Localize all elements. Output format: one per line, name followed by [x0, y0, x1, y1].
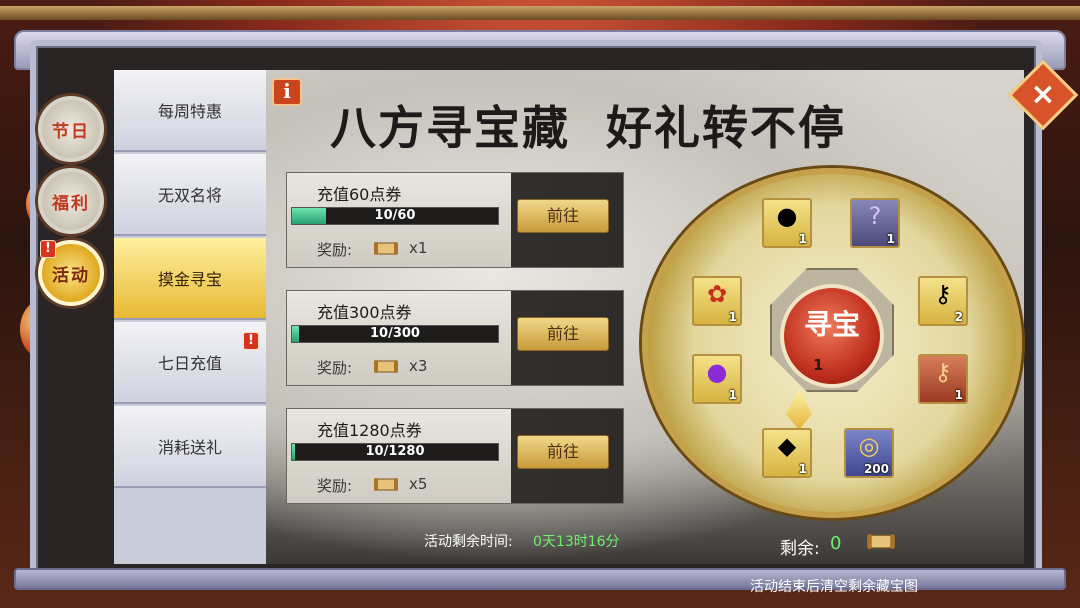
progress-bar: 10/1280: [291, 443, 499, 461]
progress-text: 10/1280: [365, 444, 425, 459]
tab-welfare[interactable]: 福利: [38, 168, 104, 234]
menu-label: 每周特惠: [157, 102, 222, 121]
gold-ingot-icon: ◆: [777, 432, 797, 460]
menu-item-treasure-hunt[interactable]: 摸金寻宝: [114, 238, 266, 320]
hunt-cost: 1: [813, 356, 824, 374]
purple-gem-icon: ●: [706, 358, 728, 386]
wheel-slot-bronze-key: ⚷ 1: [918, 354, 968, 404]
progress-text: 10/60: [374, 208, 416, 223]
slot-qty: 1: [798, 232, 807, 246]
wheel-slot-coins: ◎ 200: [844, 428, 894, 478]
menu-item-weekly-deals[interactable]: 每周特惠: [114, 70, 266, 152]
mystery-beast-icon: ?: [868, 202, 882, 230]
slot-qty: 1: [798, 462, 807, 476]
treasure-map-icon: [374, 478, 398, 491]
close-icon: ×: [1030, 77, 1056, 112]
slot-qty: 1: [728, 388, 737, 402]
reward-count: x1: [409, 239, 428, 257]
treasure-hunt-button[interactable]: 寻宝: [780, 284, 884, 388]
red-orb-icon: ●: [776, 202, 798, 230]
go-button[interactable]: 前往: [517, 317, 609, 351]
game-screen: 节日 福利 活动 ! 每周特惠 无双名将 摸金寻宝 七日充值 消耗送礼 ! i …: [0, 0, 1080, 608]
reward-count: x3: [409, 357, 428, 375]
progress-bar: 10/300: [291, 325, 499, 343]
countdown-value: 0天13时16分: [533, 534, 620, 550]
task-name: 充值60点券: [317, 185, 402, 204]
slot-qty: 1: [954, 388, 963, 402]
menu-label: 无双名将: [157, 186, 222, 205]
tab-festival-label: 节日: [52, 121, 90, 142]
wheel-slot-mystery: ? 1: [850, 198, 900, 248]
task-name: 充值300点券: [317, 303, 412, 322]
reward-label: 奖励:: [317, 477, 353, 495]
reward-label: 奖励:: [317, 241, 353, 259]
coin-pile-icon: ◎: [858, 432, 880, 460]
wheel-slot-red-orb: ● 1: [762, 198, 812, 248]
menu-label: 摸金寻宝: [157, 270, 222, 289]
recharge-task-1280: 充值1280点券 10/1280 奖励: x5 前往: [286, 408, 624, 504]
slot-qty: 2: [954, 310, 963, 324]
go-button[interactable]: 前往: [517, 435, 609, 469]
wheel-slot-golden-key: ⚷ 2: [918, 276, 968, 326]
progress-bar: 10/60: [291, 207, 499, 225]
reward-label: 奖励:: [317, 359, 353, 377]
info-icon[interactable]: i: [272, 78, 302, 106]
remaining-value: 0: [830, 533, 842, 554]
slot-qty: 200: [863, 462, 889, 476]
go-button[interactable]: 前往: [517, 199, 609, 233]
tab-festival[interactable]: 节日: [38, 96, 104, 162]
activity-menu: 每周特惠 无双名将 摸金寻宝 七日充值 消耗送礼: [114, 70, 266, 564]
bronze-key-icon: ⚷: [934, 358, 952, 386]
wheel-slot-gold-ingot: ◆ 1: [762, 428, 812, 478]
recharge-task-300: 充值300点券 10/300 奖励: x3 前往: [286, 290, 624, 386]
golden-key-icon: ⚷: [934, 280, 952, 308]
menu-item-spend-gift[interactable]: 消耗送礼: [114, 406, 266, 488]
treasure-map-icon: [867, 534, 895, 550]
tab-activity-label: 活动: [52, 265, 90, 286]
roof-beam: [0, 6, 1080, 20]
activity-alert-badge: !: [40, 240, 56, 258]
reward-count: x5: [409, 475, 428, 493]
task-name: 充值1280点券: [317, 421, 422, 440]
slot-qty: 1: [886, 232, 895, 246]
wheel-slot-amulet: ✿ 1: [692, 276, 742, 326]
wheel-slot-purple-gem: ● 1: [692, 354, 742, 404]
menu-item-peerless-generals[interactable]: 无双名将: [114, 154, 266, 236]
treasure-map-icon: [374, 360, 398, 373]
recharge-task-60: 充值60点券 10/60 奖励: x1 前往: [286, 172, 624, 268]
task-info: 充值300点券 10/300 奖励: x3: [287, 291, 511, 385]
dragon-amulet-icon: ✿: [706, 280, 728, 308]
remaining-label: 剩余:: [780, 539, 820, 559]
progress-text: 10/300: [370, 326, 420, 341]
slot-qty: 1: [728, 310, 737, 324]
menu-label: 消耗送礼: [157, 438, 222, 457]
countdown-label: 活动剩余时间:: [424, 534, 513, 550]
menu-label: 七日充值: [157, 354, 222, 373]
task-info: 充值60点券 10/60 奖励: x1: [287, 173, 511, 267]
task-info: 充值1280点券 10/1280 奖励: x5: [287, 409, 511, 503]
treasure-map-icon: [374, 242, 398, 255]
banner-title: 八方寻宝藏 好礼转不停: [330, 101, 847, 155]
seven-day-alert-badge: !: [243, 332, 259, 350]
tab-welfare-label: 福利: [52, 193, 90, 214]
footer-note: 活动结束后清空剩余藏宝图: [750, 579, 918, 595]
